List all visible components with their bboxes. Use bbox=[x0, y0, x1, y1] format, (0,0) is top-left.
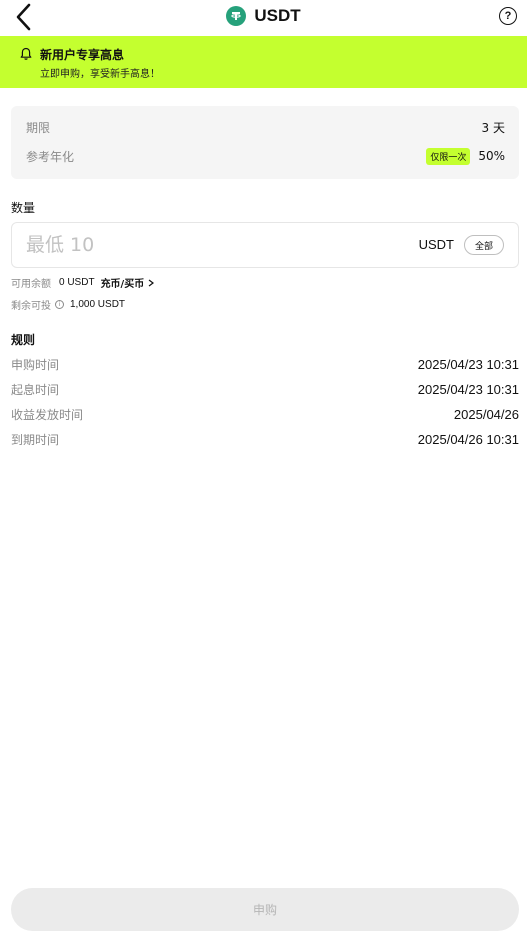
product-info-card: 期限 3 天 参考年化 仅限一次 50% bbox=[11, 106, 519, 179]
rule-label: 到期时间 bbox=[11, 432, 60, 447]
amount-unit: USDT bbox=[418, 237, 454, 252]
apr-label: 参考年化 bbox=[26, 149, 75, 164]
remaining-value: 1,000 USDT bbox=[70, 299, 126, 310]
promo-banner: 新用户专享高息 立即申购，享受新手高息！ bbox=[0, 36, 527, 88]
remaining-label: 剩余可投 bbox=[11, 301, 51, 312]
rule-row: 到期时间 2025/04/26 10:31 bbox=[11, 429, 519, 449]
rule-value: 2025/04/23 10:31 bbox=[417, 356, 519, 372]
apr-row: 参考年化 仅限一次 50% bbox=[26, 146, 505, 166]
banner-title: 新用户专享高息 bbox=[40, 48, 125, 62]
rules-title: 规则 bbox=[11, 333, 36, 347]
deposit-link[interactable]: 充币/买币 bbox=[101, 275, 156, 290]
banner-subtitle: 立即申购，享受新手高息！ bbox=[40, 69, 160, 80]
page-title: USDT bbox=[254, 6, 301, 25]
available-value: 0 USDT bbox=[59, 277, 95, 288]
available-balance-row: 可用余额 0 USDT 充币/买币 bbox=[11, 275, 155, 290]
rule-value: 2025/04/23 10:31 bbox=[417, 381, 519, 397]
amount-label: 数量 bbox=[11, 201, 36, 215]
term-value: 3 天 bbox=[481, 120, 505, 135]
deposit-link-label: 充币/买币 bbox=[100, 279, 145, 290]
help-icon[interactable]: ? bbox=[499, 7, 517, 25]
available-label: 可用余额 bbox=[11, 279, 51, 290]
title-group: USDT bbox=[0, 5, 527, 27]
info-icon[interactable]: i bbox=[55, 300, 64, 309]
bell-icon bbox=[20, 47, 32, 60]
amount-input[interactable] bbox=[26, 231, 326, 259]
rule-label: 申购时间 bbox=[11, 357, 60, 372]
amount-field: USDT 全部 bbox=[11, 222, 519, 268]
subscribe-button[interactable]: 申购 bbox=[11, 888, 519, 931]
all-button[interactable]: 全部 bbox=[464, 235, 504, 255]
term-row: 期限 3 天 bbox=[26, 117, 505, 137]
rule-value: 2025/04/26 bbox=[453, 406, 519, 422]
apr-value: 50% bbox=[478, 149, 505, 163]
term-label: 期限 bbox=[26, 120, 51, 135]
rule-label: 收益发放时间 bbox=[11, 407, 84, 422]
once-only-badge: 仅限一次 bbox=[426, 147, 471, 165]
rule-label: 起息时间 bbox=[11, 382, 60, 397]
usdt-coin-icon bbox=[226, 6, 247, 26]
remaining-row: 剩余可投 i 1,000 USDT bbox=[11, 297, 125, 312]
apr-value-group: 仅限一次 50% bbox=[426, 147, 505, 165]
rule-value: 2025/04/26 10:31 bbox=[417, 431, 519, 447]
rule-row: 起息时间 2025/04/23 10:31 bbox=[11, 379, 519, 399]
chevron-right-icon bbox=[148, 279, 155, 286]
rule-row: 收益发放时间 2025/04/26 bbox=[11, 404, 519, 424]
top-bar: USDT ? bbox=[0, 0, 527, 36]
rule-row: 申购时间 2025/04/23 10:31 bbox=[11, 354, 519, 374]
